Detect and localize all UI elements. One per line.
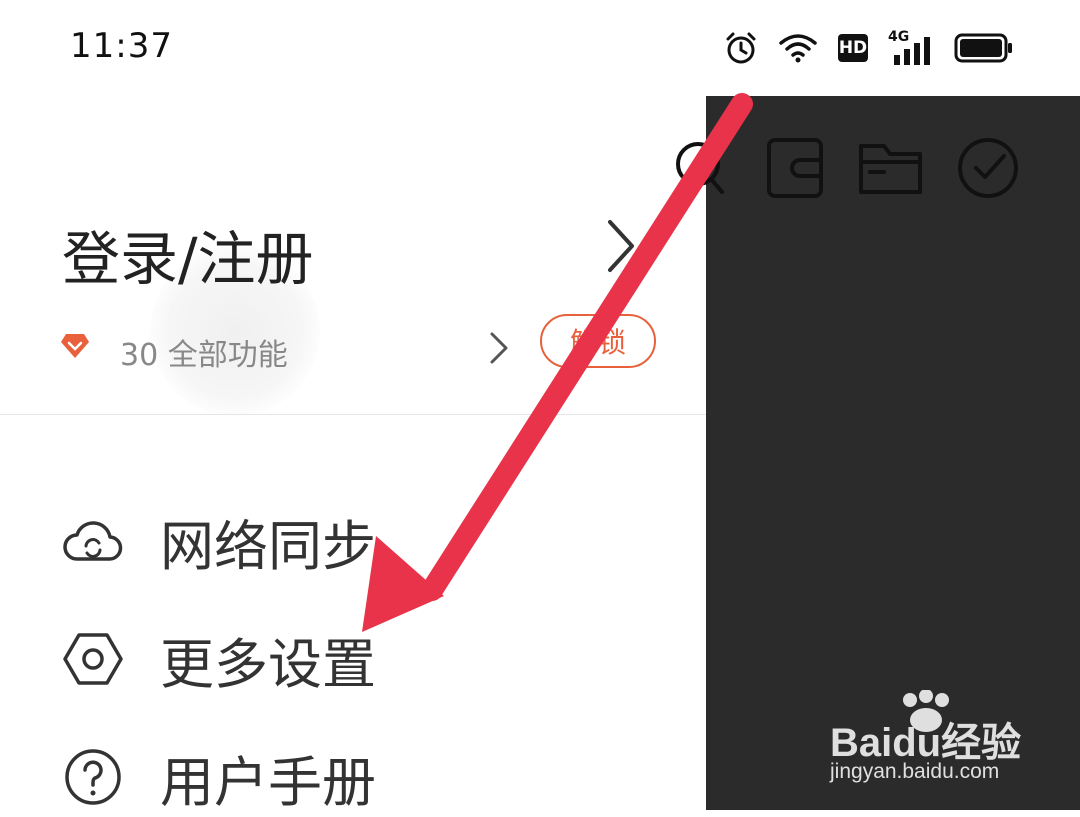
- help-icon: [62, 746, 124, 808]
- status-icons: HD 4G: [724, 28, 1014, 68]
- menu-label-more-settings: 更多设置: [160, 632, 376, 696]
- check-circle-icon: [958, 138, 1018, 198]
- diamond-icon: [61, 334, 89, 358]
- menu-label-network-sync: 网络同步: [160, 514, 376, 578]
- search-icon: [676, 142, 724, 194]
- alarm-icon: [726, 32, 756, 64]
- hd-label: HD: [838, 38, 868, 58]
- login-register-link[interactable]: 登录/注册: [62, 212, 314, 296]
- folder-icon: [859, 144, 922, 194]
- menu-item-more-settings[interactable]: 更多设置: [62, 624, 376, 696]
- battery-icon: [954, 33, 1012, 63]
- signal-4g-icon: 4G: [888, 29, 934, 65]
- menu-item-network-sync[interactable]: 网络同步: [62, 506, 376, 578]
- chevron-right-small-icon: [490, 332, 508, 364]
- vip-row[interactable]: 30 全部功能 解锁: [60, 314, 660, 384]
- vip-description: 30 全部功能: [120, 338, 288, 373]
- watermark-url: jingyan.baidu.com: [830, 760, 1000, 783]
- cloud-sync-icon: [62, 510, 124, 572]
- menu-label-user-manual: 用户手册: [160, 750, 376, 814]
- hd-icon: HD: [838, 34, 868, 62]
- divider: [0, 414, 706, 415]
- status-bar: 11:37 HD 4G: [0, 0, 1080, 96]
- unlock-button[interactable]: 解锁: [540, 314, 656, 368]
- status-time: 11:37: [70, 26, 173, 66]
- side-drawer: 登录/注册 30 全部功能 解锁 网络同步 更多设置 用户手册: [0, 96, 706, 814]
- wifi-icon: [779, 34, 817, 63]
- wallet-icon: [767, 138, 823, 198]
- chevron-right-icon[interactable]: [606, 216, 636, 276]
- settings-hex-icon: [62, 628, 124, 690]
- baidu-watermark: Baidu经验 jingyan.baidu.com: [830, 690, 1060, 790]
- menu-item-user-manual[interactable]: 用户手册: [62, 742, 376, 814]
